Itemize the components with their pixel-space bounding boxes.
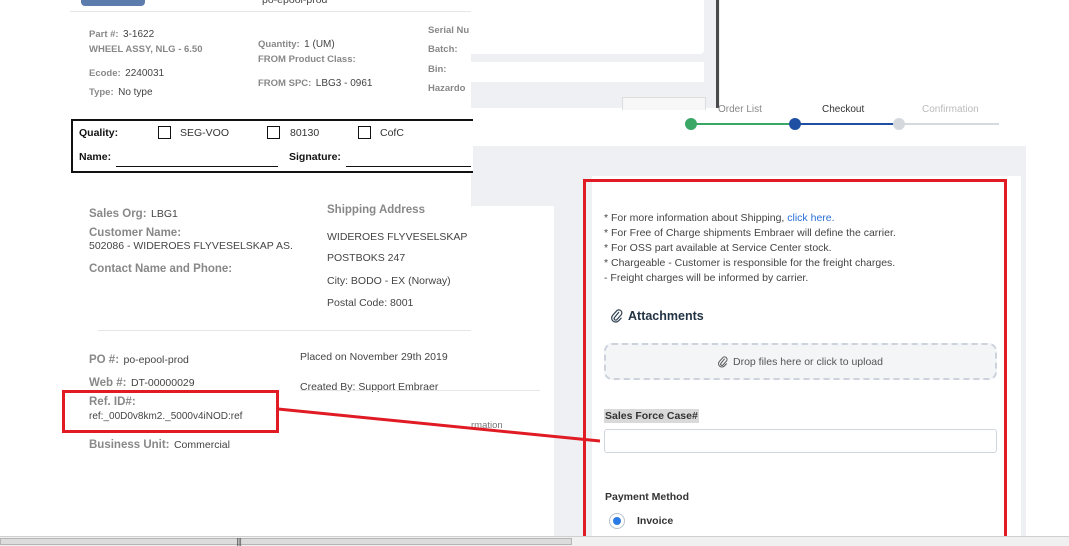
sales-org: Sales Org: LBG1 [89, 208, 178, 220]
signature-line [346, 166, 471, 167]
spc: FROM SPC: LBG3 - 0961 [258, 78, 373, 89]
highlight-box-checkout [583, 179, 1007, 541]
step-label-order-list: Order List [718, 104, 762, 115]
name-signature-line [116, 166, 278, 167]
signature-label: Signature: [289, 151, 341, 163]
step-dot-confirmation[interactable] [893, 118, 905, 130]
product-class: FROM Product Class: [258, 54, 356, 65]
document-top-button[interactable] [81, 0, 145, 6]
hidden-partial-text: rmation [471, 420, 503, 431]
checkbox-seg-voo[interactable] [158, 126, 171, 139]
bin-label: Bin: [428, 64, 447, 75]
step-dot-checkout[interactable] [789, 118, 801, 130]
hazard-label: Hazardo [428, 83, 466, 94]
step-label-checkout: Checkout [822, 104, 865, 115]
scrollbar-grip-icon: ||| [236, 537, 242, 546]
ecode: Ecode: 2240031 [89, 68, 165, 79]
quality-label: Quality: [79, 127, 119, 139]
shipping-postal-code: Postal Code: 8001 [327, 297, 414, 309]
name-label: Name: [79, 151, 112, 163]
highlight-box-ref-id [62, 390, 279, 433]
step-connector-active [795, 123, 899, 125]
customer-name-label: Customer Name: [89, 227, 182, 239]
section-divider [98, 330, 471, 331]
document-divider [70, 11, 471, 12]
shipping-name: WIDEROES FLYVESELSKAP [327, 231, 468, 243]
created-by: Created By: Support Embraer [300, 381, 439, 393]
checkbox-cofc-label: CofC [380, 127, 404, 139]
background-card-lower [470, 62, 704, 82]
part-number: Part #: 3-1622 [89, 29, 155, 40]
top-partial-text: po-epool-prod [262, 0, 328, 6]
shipping-city: City: BODO - EX (Norway) [327, 275, 451, 287]
order-summary-card [470, 206, 554, 536]
web-number: Web #: DT-00000029 [89, 377, 195, 389]
checkbox-80130-label: 80130 [290, 127, 320, 139]
step-connector-done [691, 123, 795, 125]
placed-on: Placed on November 29th 2019 [300, 351, 448, 363]
business-unit: Business Unit: Commercial [89, 439, 230, 451]
step-label-confirmation: Confirmation [922, 104, 979, 115]
contact-label: Contact Name and Phone: [89, 263, 233, 275]
created-by-divider [300, 390, 540, 391]
shipping-address-title: Shipping Address [327, 204, 425, 216]
checkbox-80130[interactable] [267, 126, 280, 139]
serial-number-label: Serial Nu [428, 25, 470, 36]
checkout-stepper: Order List Checkout Confirmation [470, 104, 1025, 146]
po-number: PO #: po-epool-prod [89, 354, 189, 366]
part-description: WHEEL ASSY, NLG - 6.50 [89, 44, 203, 55]
order-document [0, 0, 471, 536]
customer-name-value: 502086 - WIDEROES FLYVESELSKAP AS. [89, 240, 293, 252]
checkbox-seg-voo-label: SEG-VOO [180, 127, 230, 139]
background-button[interactable] [622, 97, 706, 110]
step-dot-order-list[interactable] [685, 118, 697, 130]
part-type: Type: No type [89, 87, 153, 98]
batch-label: Batch: [428, 44, 458, 55]
window-divider [716, 0, 719, 108]
checkbox-cofc[interactable] [358, 126, 371, 139]
quantity: Quantity: 1 (UM) [258, 39, 335, 50]
background-card [470, 0, 704, 54]
step-connector-todo [899, 123, 999, 125]
shipping-po-box: POSTBOKS 247 [327, 252, 406, 264]
scrollbar-thumb[interactable] [0, 538, 572, 545]
